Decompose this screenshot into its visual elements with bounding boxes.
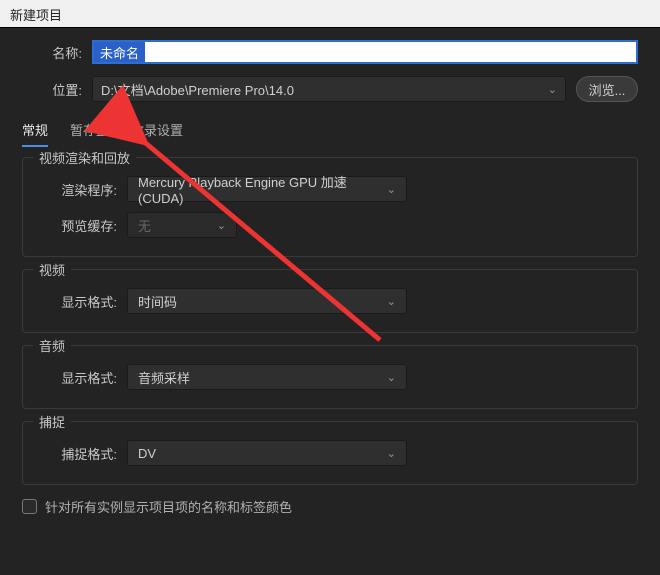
tabs: 常规 暂存盘 收录设置	[22, 114, 638, 149]
audio-format-row: 显示格式: 音频采样 ⌄	[39, 364, 621, 390]
capture-format-value: DV	[138, 446, 156, 461]
tab-ingest-settings[interactable]: 收录设置	[131, 114, 183, 149]
renderer-select[interactable]: Mercury Playback Engine GPU 加速 (CUDA) ⌄	[127, 176, 407, 202]
project-name-input[interactable]: 未命名	[92, 40, 638, 64]
video-render-fieldset: 视频渲染和回放 渲染程序: Mercury Playback Engine GP…	[22, 157, 638, 257]
window-titlebar: 新建项目	[0, 0, 660, 28]
location-select[interactable]: D:\文档\Adobe\Premiere Pro\14.0 ⌄	[92, 76, 566, 102]
preview-cache-value: 无	[138, 216, 151, 235]
browse-label: 浏览...	[589, 80, 626, 99]
capture-format-row: 捕捉格式: DV ⌄	[39, 440, 621, 466]
tab-scratch-disks[interactable]: 暂存盘	[70, 114, 109, 149]
preview-cache-row: 预览缓存: 无 ⌄	[39, 212, 621, 238]
tab-ingest-label: 收录设置	[131, 123, 183, 138]
chevron-down-icon: ⌄	[548, 83, 557, 96]
video-render-legend: 视频渲染和回放	[33, 148, 136, 167]
chevron-down-icon: ⌄	[387, 371, 396, 384]
capture-format-label: 捕捉格式:	[39, 444, 117, 463]
audio-format-select[interactable]: 音频采样 ⌄	[127, 364, 407, 390]
video-fieldset: 视频 显示格式: 时间码 ⌄	[22, 269, 638, 333]
audio-format-value: 音频采样	[138, 368, 190, 387]
location-row: 位置: D:\文档\Adobe\Premiere Pro\14.0 ⌄ 浏览..…	[22, 76, 638, 102]
dialog-body: 名称: 未命名 位置: D:\文档\Adobe\Premiere Pro\14.…	[0, 28, 660, 516]
display-names-checkbox[interactable]	[22, 499, 37, 514]
location-label: 位置:	[22, 80, 82, 99]
audio-format-label: 显示格式:	[39, 368, 117, 387]
tab-general-label: 常规	[22, 123, 48, 138]
renderer-label: 渲染程序:	[39, 180, 117, 199]
video-format-label: 显示格式:	[39, 292, 117, 311]
capture-legend: 捕捉	[33, 412, 71, 431]
renderer-value: Mercury Playback Engine GPU 加速 (CUDA)	[138, 172, 379, 206]
capture-format-select[interactable]: DV ⌄	[127, 440, 407, 466]
capture-fieldset: 捕捉 捕捉格式: DV ⌄	[22, 421, 638, 485]
tab-scratch-label: 暂存盘	[70, 123, 109, 138]
video-legend: 视频	[33, 260, 71, 279]
general-panel: 视频渲染和回放 渲染程序: Mercury Playback Engine GP…	[22, 157, 638, 516]
video-format-value: 时间码	[138, 292, 177, 311]
browse-button[interactable]: 浏览...	[576, 76, 638, 102]
chevron-down-icon: ⌄	[387, 447, 396, 460]
chevron-down-icon: ⌄	[217, 219, 226, 232]
chevron-down-icon: ⌄	[387, 183, 396, 196]
window-title: 新建项目	[10, 8, 62, 23]
display-names-label: 针对所有实例显示项目项的名称和标签颜色	[45, 497, 292, 516]
display-names-row: 针对所有实例显示项目项的名称和标签颜色	[22, 497, 638, 516]
preview-cache-select: 无 ⌄	[127, 212, 237, 238]
project-name-value: 未命名	[94, 42, 145, 62]
name-row: 名称: 未命名	[22, 40, 638, 64]
preview-cache-label: 预览缓存:	[39, 216, 117, 235]
audio-fieldset: 音频 显示格式: 音频采样 ⌄	[22, 345, 638, 409]
tab-general[interactable]: 常规	[22, 114, 48, 149]
video-format-select[interactable]: 时间码 ⌄	[127, 288, 407, 314]
location-value: D:\文档\Adobe\Premiere Pro\14.0	[101, 80, 294, 99]
name-label: 名称:	[22, 43, 82, 62]
chevron-down-icon: ⌄	[387, 295, 396, 308]
video-format-row: 显示格式: 时间码 ⌄	[39, 288, 621, 314]
audio-legend: 音频	[33, 336, 71, 355]
renderer-row: 渲染程序: Mercury Playback Engine GPU 加速 (CU…	[39, 176, 621, 202]
